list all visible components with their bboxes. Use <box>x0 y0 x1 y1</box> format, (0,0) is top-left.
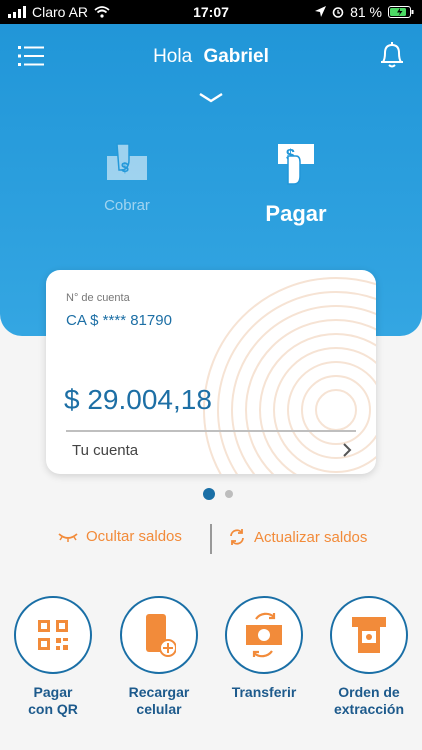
shortcut-transfer[interactable]: Transferir <box>212 596 316 701</box>
update-balance-button[interactable]: Actualizar saldos <box>228 528 367 546</box>
shortcut-label-line2: con QR <box>28 701 78 717</box>
shortcut-label-line1: Transferir <box>231 684 297 700</box>
shortcut-circle[interactable] <box>120 596 198 674</box>
pagar-button[interactable]: $ Pagar <box>236 142 356 227</box>
card-divider <box>66 430 356 432</box>
status-bar: Claro AR 17:07 81 % <box>0 0 422 24</box>
cobrar-icon: $ <box>107 143 147 180</box>
shortcut-label: Recargar celular <box>107 684 211 718</box>
qr-code-icon <box>38 620 68 650</box>
svg-text:$: $ <box>121 159 129 175</box>
phone-recharge-icon <box>146 614 176 657</box>
account-number: CA $ **** 81790 <box>66 312 172 329</box>
transfer-money-icon <box>246 612 282 658</box>
greeting-text: Hola <box>153 46 193 67</box>
shortcut-withdrawal-order[interactable]: Orden de extracción <box>317 596 421 718</box>
shortcut-circle[interactable] <box>14 596 92 674</box>
shortcut-label-line1: Recargar <box>128 684 190 700</box>
pagar-label: Pagar <box>265 201 327 226</box>
shortcut-label-line2: extracción <box>333 701 405 717</box>
greeting: Hola Gabriel <box>0 46 422 68</box>
account-balance: $ 29.004,18 <box>64 384 212 415</box>
eye-closed-icon <box>58 532 78 542</box>
vertical-divider <box>210 524 212 554</box>
page-dot-active[interactable] <box>203 488 215 500</box>
alarm-icon <box>332 7 344 18</box>
shortcut-label-line2: celular <box>136 701 182 717</box>
shortcut-label: Pagar con QR <box>1 684 105 718</box>
account-card[interactable]: N° de cuenta CA $ **** 81790 $ 29.004,18… <box>46 270 376 474</box>
cobrar-label: Cobrar <box>104 197 150 214</box>
pagar-icon: $ <box>278 144 314 185</box>
refresh-icon <box>230 529 244 545</box>
shortcut-label: Transferir <box>212 684 316 701</box>
shortcut-pay-qr[interactable]: Pagar con QR <box>1 596 105 718</box>
atm-withdrawal-icon <box>352 617 386 653</box>
carousel-pagination <box>203 488 233 500</box>
balance-actions: Ocultar saldos Actualizar saldos <box>0 524 422 554</box>
shortcut-label: Orden de extracción <box>317 684 421 718</box>
bell-icon[interactable] <box>378 40 406 70</box>
shortcut-circle[interactable] <box>330 596 408 674</box>
location-icon <box>315 6 327 17</box>
hide-balance-label: Ocultar saldos <box>86 528 182 545</box>
battery-icon <box>388 6 414 18</box>
your-account-link[interactable]: Tu cuenta <box>72 442 138 459</box>
user-name: Gabriel <box>203 46 269 67</box>
page-dot[interactable] <box>225 490 233 498</box>
shortcut-circle[interactable] <box>225 596 303 674</box>
shortcut-recharge-phone[interactable]: Recargar celular <box>107 596 211 718</box>
hide-balance-button[interactable]: Ocultar saldos <box>58 528 182 545</box>
chevron-right-icon[interactable] <box>342 442 352 458</box>
chevron-down-icon[interactable] <box>198 92 224 104</box>
account-number-label: N° de cuenta <box>66 292 130 304</box>
shortcut-label-line1: Pagar <box>33 684 73 700</box>
update-balance-label: Actualizar saldos <box>254 528 368 546</box>
battery-percent: 81 % <box>350 4 382 20</box>
shortcut-label-line1: Orden de <box>338 684 400 700</box>
cobrar-button[interactable]: $ Cobrar <box>67 142 187 214</box>
